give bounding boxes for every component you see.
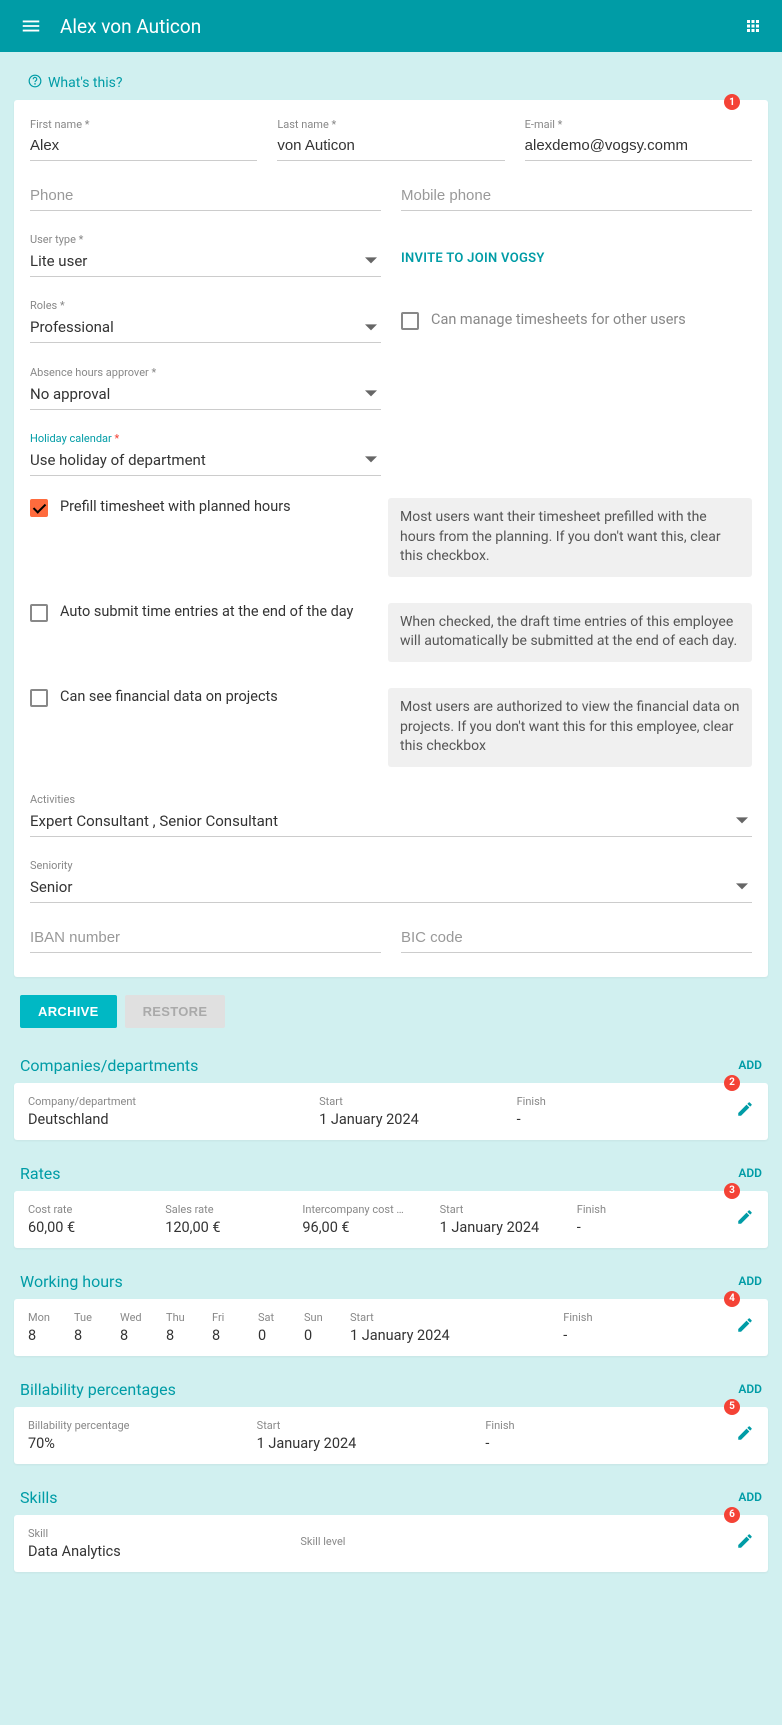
- manage-timesheets-checkbox[interactable]: [401, 312, 419, 330]
- archive-button[interactable]: ARCHIVE: [20, 995, 117, 1028]
- roles-select[interactable]: Professional: [30, 314, 381, 343]
- prefill-label: Prefill timesheet with planned hours: [60, 498, 370, 515]
- prefill-checkbox[interactable]: [30, 499, 48, 517]
- callout-3: 3: [724, 1183, 740, 1199]
- chevron-down-icon: [736, 881, 748, 893]
- bic-field[interactable]: [401, 925, 752, 953]
- invite-button[interactable]: INVITE TO JOIN VOGSY: [401, 233, 752, 277]
- first-name-label: First name: [30, 118, 257, 131]
- user-type-select[interactable]: Lite user: [30, 248, 381, 277]
- absence-approver-select[interactable]: No approval: [30, 381, 381, 410]
- first-name-field[interactable]: [30, 133, 257, 161]
- callout-5: 5: [724, 1399, 740, 1415]
- billability-add-button[interactable]: ADD: [738, 1382, 762, 1396]
- companies-card: 2 Company/department Deutschland Start 1…: [14, 1083, 768, 1140]
- apps-icon[interactable]: [744, 17, 762, 35]
- autosubmit-checkbox[interactable]: [30, 604, 48, 622]
- companies-title: Companies/departments: [20, 1056, 198, 1075]
- autosubmit-help: When checked, the draft time entries of …: [388, 603, 752, 662]
- edit-icon[interactable]: [736, 1208, 754, 1230]
- hours-card: 4 Mon8 Tue8 Wed8 Thu8 Fri8 Sat0 Sun0 Sta…: [14, 1299, 768, 1356]
- email-field[interactable]: [525, 133, 752, 161]
- top-bar: Alex von Auticon: [0, 0, 782, 52]
- holiday-calendar-select[interactable]: Use holiday of department: [30, 447, 381, 476]
- prefill-help: Most users want their timesheet prefille…: [388, 498, 752, 577]
- whats-this-link[interactable]: What's this?: [28, 74, 768, 92]
- skills-card: 6 SkillData Analytics Skill level: [14, 1515, 768, 1572]
- financial-label: Can see financial data on projects: [60, 688, 370, 705]
- edit-icon[interactable]: [736, 1100, 754, 1122]
- restore-button[interactable]: RESTORE: [125, 995, 226, 1028]
- roles-label: Roles: [30, 299, 381, 312]
- financial-help: Most users are authorized to view the fi…: [388, 688, 752, 767]
- mobile-field[interactable]: [401, 183, 752, 211]
- menu-icon[interactable]: [20, 15, 42, 37]
- email-label: E-mail: [525, 118, 752, 131]
- user-form-card: 1 First name Last name E-mail: [14, 100, 768, 977]
- rates-title: Rates: [20, 1164, 61, 1183]
- chevron-down-icon: [736, 815, 748, 827]
- billability-title: Billability percentages: [20, 1380, 176, 1399]
- companies-add-button[interactable]: ADD: [738, 1058, 762, 1072]
- financial-checkbox[interactable]: [30, 689, 48, 707]
- edit-icon[interactable]: [736, 1424, 754, 1446]
- callout-2: 2: [724, 1075, 740, 1091]
- manage-timesheets-label: Can manage timesheets for other users: [431, 311, 752, 328]
- page-title: Alex von Auticon: [60, 15, 201, 38]
- chevron-down-icon: [365, 322, 377, 334]
- chevron-down-icon: [365, 388, 377, 400]
- activities-select[interactable]: Expert Consultant , Senior Consultant: [30, 808, 752, 837]
- callout-6: 6: [724, 1507, 740, 1523]
- rates-add-button[interactable]: ADD: [738, 1166, 762, 1180]
- hours-title: Working hours: [20, 1272, 123, 1291]
- holiday-calendar-label: Holiday calendar: [30, 432, 381, 445]
- skills-title: Skills: [20, 1488, 58, 1507]
- seniority-select[interactable]: Senior: [30, 874, 752, 903]
- skills-add-button[interactable]: ADD: [738, 1490, 762, 1504]
- billability-card: 5 Billability percentage70% Start1 Janua…: [14, 1407, 768, 1464]
- callout-1: 1: [724, 94, 740, 110]
- edit-icon[interactable]: [736, 1316, 754, 1338]
- last-name-label: Last name: [277, 118, 504, 131]
- chevron-down-icon: [365, 255, 377, 267]
- activities-label: Activities: [30, 793, 752, 806]
- autosubmit-label: Auto submit time entries at the end of t…: [60, 603, 370, 620]
- absence-approver-label: Absence hours approver: [30, 366, 381, 379]
- phone-field[interactable]: [30, 183, 381, 211]
- callout-4: 4: [724, 1291, 740, 1307]
- user-type-label: User type: [30, 233, 381, 246]
- edit-icon[interactable]: [736, 1532, 754, 1554]
- last-name-field[interactable]: [277, 133, 504, 161]
- iban-field[interactable]: [30, 925, 381, 953]
- hours-add-button[interactable]: ADD: [738, 1274, 762, 1288]
- rates-card: 3 Cost rate60,00 € Sales rate120,00 € In…: [14, 1191, 768, 1248]
- help-icon: [28, 74, 42, 92]
- chevron-down-icon: [365, 454, 377, 466]
- seniority-label: Seniority: [30, 859, 752, 872]
